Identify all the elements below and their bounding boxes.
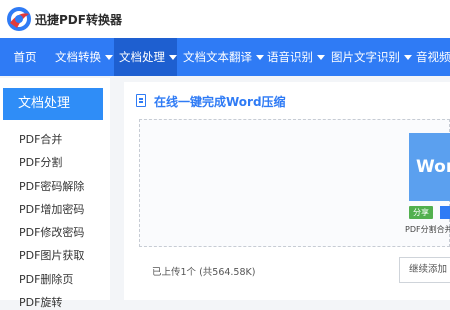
sidebar-item-pdf-password-add[interactable]: PDF增加密码 [19,201,84,217]
sidebar-item-pdf-merge[interactable]: PDF合并 [19,131,62,147]
sidebar-item-pdf-split[interactable]: PDF分割 [19,154,62,170]
sidebar-item-pdf-delete-page[interactable]: PDF删除页 [19,271,73,287]
share-button[interactable]: 分享 [409,206,433,219]
nav-label: 文档转换 [55,50,101,64]
nav-item-doc-translate[interactable]: 文档文本翻译 [178,38,264,76]
nav-label: 音视频 [416,50,450,64]
app-header: 迅捷PDF转换器 [0,0,450,38]
file-action-button[interactable] [440,206,450,219]
sidebar-heading: 文档处理 [3,88,103,120]
nav-label: 语音识别 [267,50,313,64]
sidebar-item-pdf-password-remove[interactable]: PDF密码解除 [19,178,84,194]
app-logo-icon[interactable] [6,6,32,32]
nav-label: 文档处理 [119,50,165,64]
file-thumbnail[interactable]: Wor [409,133,450,201]
file-name: PDF分割合并 [405,225,450,234]
nav-item-home[interactable]: 首页 [0,38,50,76]
nav-item-audio-video[interactable]: 音视频 [412,38,450,76]
sidebar: 文档处理 PDF合并 PDF分割 PDF密码解除 PDF增加密码 PDF修改密码… [0,78,110,309]
continue-add-button[interactable]: 继续添加 [399,257,450,283]
nav-label: 文档文本翻译 [183,50,252,64]
page-title: 在线一键完成Word压缩 [154,95,286,109]
nav-label: 首页 [13,50,37,64]
document-icon [136,94,146,107]
main-nav: 首页 文档转换 文档处理 文档文本翻译 语音识别 图片文字识别 音视频 [0,38,450,76]
brand-name[interactable]: 迅捷PDF转换器 [35,11,122,28]
nav-item-doc-process[interactable]: 文档处理 [114,38,177,76]
nav-label: 图片文字识别 [331,50,400,64]
upload-status: 已上传1个 (共564.58K) [152,267,256,278]
sidebar-item-pdf-password-change[interactable]: PDF修改密码 [19,224,84,240]
nav-item-doc-convert[interactable]: 文档转换 [50,38,114,76]
chevron-down-icon [169,55,177,60]
upload-drop-zone[interactable] [139,119,450,247]
nav-item-speech-recognition[interactable]: 语音识别 [262,38,326,76]
chevron-down-icon [404,55,412,60]
main-panel: 在线一键完成Word压缩 Wor 分享 PDF分割合并 已上传1个 (共564.… [124,82,450,300]
sidebar-item-pdf-image-extract[interactable]: PDF图片获取 [19,247,84,263]
chevron-down-icon [317,55,325,60]
nav-item-image-ocr[interactable]: 图片文字识别 [326,38,412,76]
chevron-down-icon [105,55,113,60]
sidebar-item-pdf-rotate[interactable]: PDF旋转 [19,294,62,310]
